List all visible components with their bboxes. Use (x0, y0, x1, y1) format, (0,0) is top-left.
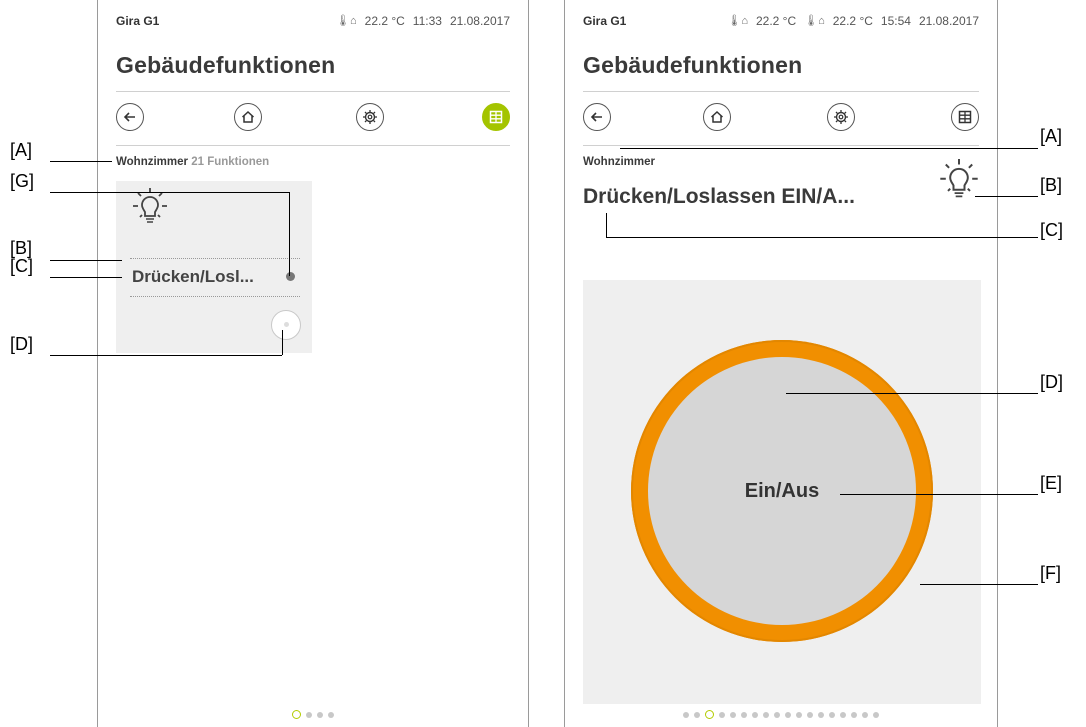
callout-c-left: [C] (10, 256, 34, 276)
page-indicator (98, 710, 528, 719)
page-dot[interactable] (719, 711, 725, 718)
divider (116, 91, 510, 92)
arrow-left-icon (123, 112, 135, 122)
room-name: Wohnzimmer (116, 156, 188, 168)
page-dot[interactable] (306, 711, 312, 718)
grid-icon (489, 110, 503, 124)
page-dot[interactable] (292, 710, 301, 719)
divider (583, 145, 979, 146)
page-dot[interactable] (317, 711, 323, 718)
page-dot[interactable] (741, 711, 747, 718)
page-dot[interactable] (774, 711, 780, 718)
back-button[interactable] (116, 103, 144, 131)
status-bar: Gira G1 🌡⌂ 22.2 °C 🌡⌂ 22.2 °C 15:54 21.0… (583, 14, 979, 30)
callout-e-right: [E] (1040, 473, 1063, 493)
function-count: 21 (191, 156, 204, 168)
status-ring: Ein/Aus (631, 340, 933, 642)
page-dot[interactable] (840, 711, 846, 718)
toggle-button[interactable] (271, 310, 301, 340)
button-label: Ein/Aus (744, 479, 820, 502)
breadcrumb: Wohnzimmer 21 Funktionen (116, 156, 269, 168)
grid-icon (958, 110, 972, 124)
home-button[interactable] (234, 103, 262, 131)
page-dot[interactable] (705, 710, 714, 719)
settings-button[interactable] (356, 103, 384, 131)
temperature-icon: 🌡⌂ (727, 15, 748, 27)
page-dot[interactable] (862, 711, 868, 718)
page-dot[interactable] (752, 711, 758, 718)
device-name: Gira G1 (116, 14, 160, 28)
on-off-button[interactable]: Ein/Aus (648, 357, 916, 625)
date-value: 21.08.2017 (918, 14, 979, 28)
room-name: Wohnzimmer (583, 156, 655, 168)
temperature-value: 22.2 °C (364, 14, 405, 28)
temperature-value: 22.2 °C (755, 14, 797, 28)
page-dot[interactable] (785, 711, 791, 718)
callout-g-left: [G] (10, 171, 35, 191)
grid-button[interactable] (951, 103, 979, 131)
callout-d-right: [D] (1040, 372, 1064, 392)
lightbulb-icon (940, 159, 978, 198)
gear-icon (834, 110, 848, 124)
function-name: Drücken/Losl... (132, 267, 254, 286)
settings-button[interactable] (827, 103, 855, 131)
function-count-label: Funktionen (207, 156, 270, 168)
page-dot[interactable] (818, 711, 824, 718)
page-dot[interactable] (730, 711, 736, 718)
function-tile[interactable]: Drücken/Losl... (116, 181, 312, 353)
grid-button[interactable] (482, 103, 510, 131)
gear-icon (363, 110, 377, 124)
function-name: Drücken/Loslassen EIN/A... (583, 185, 855, 208)
home-icon (710, 110, 724, 123)
callout-b-right: [B] (1040, 175, 1063, 195)
divider (583, 91, 979, 92)
callout-a-left: [A] (10, 140, 33, 160)
status-indicator (286, 272, 295, 281)
nav-bar (583, 103, 979, 135)
home-icon (241, 110, 255, 123)
page-dot[interactable] (683, 711, 689, 718)
temperature-value: 22.2 °C (832, 14, 873, 28)
page-title: Gebäudefunktionen (583, 52, 803, 78)
divider (116, 145, 510, 146)
nav-bar (116, 103, 510, 135)
device-name: Gira G1 (583, 14, 627, 28)
page-dot[interactable] (873, 711, 879, 718)
callout-f-right: [F] (1040, 563, 1061, 583)
page-title: Gebäudefunktionen (116, 52, 336, 78)
left-device-screen: Gira G1 🌡⌂ 22.2 °C 11:33 21.08.2017 Gebä… (97, 0, 529, 727)
temperature-icon: 🌡⌂ (336, 15, 357, 27)
callout-d-left: [D] (10, 334, 34, 354)
status-bar: Gira G1 🌡⌂ 22.2 °C 11:33 21.08.2017 (116, 14, 510, 30)
page-dot[interactable] (328, 711, 334, 718)
page-dot[interactable] (851, 711, 857, 718)
time-value: 11:33 (412, 14, 442, 28)
back-button[interactable] (583, 103, 611, 131)
date-value: 21.08.2017 (449, 14, 510, 28)
arrow-left-icon (590, 112, 602, 122)
callout-c-right: [C] (1040, 220, 1064, 240)
right-device-screen: Gira G1 🌡⌂ 22.2 °C 🌡⌂ 22.2 °C 15:54 21.0… (564, 0, 998, 727)
home-button[interactable] (703, 103, 731, 131)
page-indicator (565, 710, 997, 719)
callout-a-right: [A] (1040, 126, 1063, 146)
temperature-indoor-icon: 🌡⌂ (804, 15, 825, 27)
page-dot[interactable] (796, 711, 802, 718)
time-value: 15:54 (880, 14, 911, 28)
page-dot[interactable] (694, 711, 700, 718)
control-panel: Ein/Aus (583, 280, 981, 704)
page-dot[interactable] (763, 711, 769, 718)
page-dot[interactable] (807, 711, 813, 718)
page-dot[interactable] (829, 711, 835, 718)
